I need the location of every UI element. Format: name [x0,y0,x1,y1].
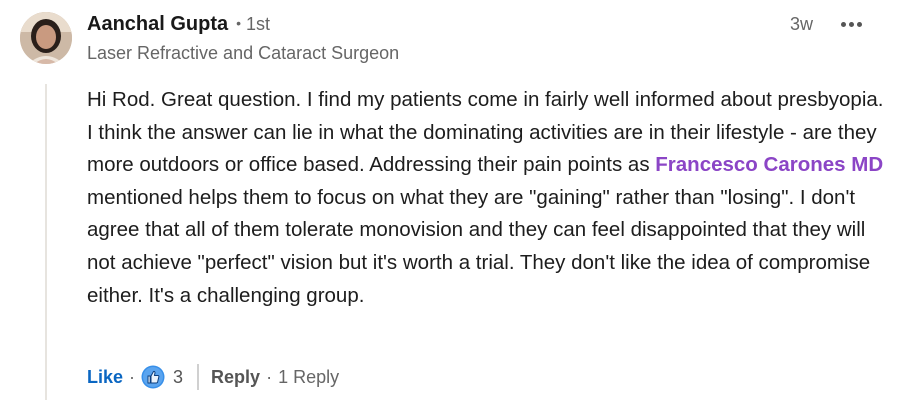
degree-dot: • [236,15,242,31]
comment-card: Aanchal Gupta • 1st Laser Refractive and … [0,0,900,400]
reply-button[interactable]: Reply [211,367,260,388]
like-button[interactable]: Like [87,367,123,388]
author-headline: Laser Refractive and Cataract Surgeon [87,43,400,63]
separator-dot: · [129,366,136,387]
comment-text-part-2: mentioned helps them to focus on what th… [87,185,871,307]
author-avatar[interactable] [20,12,72,64]
connection-degree: • 1st [236,14,270,35]
profile-photo-icon [20,12,72,64]
comment-time: 3w [790,14,814,34]
connection-degree-label: 1st [246,14,271,34]
comment-actions: Like · 3 Reply · 1 Reply [87,362,339,392]
author-name[interactable]: Aanchal Gupta [87,13,228,36]
thumbs-up-reaction-icon[interactable] [141,365,165,389]
separator-dot-2: · [266,366,273,387]
ellipsis-horizontal-icon[interactable] [836,10,866,38]
ellipsis-dot [848,21,854,27]
thread-line [45,84,47,400]
ellipsis-dot [840,21,846,27]
reply-count-link[interactable]: 1 Reply [278,367,339,388]
reaction-count[interactable]: 3 [173,367,183,388]
comment-header: Aanchal Gupta • 1st Laser Refractive and … [87,13,787,64]
mention-link[interactable]: Francesco Carones MD [655,153,883,176]
name-row: Aanchal Gupta • 1st [87,13,787,39]
ellipsis-dot [856,21,862,27]
action-divider [197,364,200,390]
comment-text: Hi Rod. Great question. I find my patien… [87,84,887,312]
